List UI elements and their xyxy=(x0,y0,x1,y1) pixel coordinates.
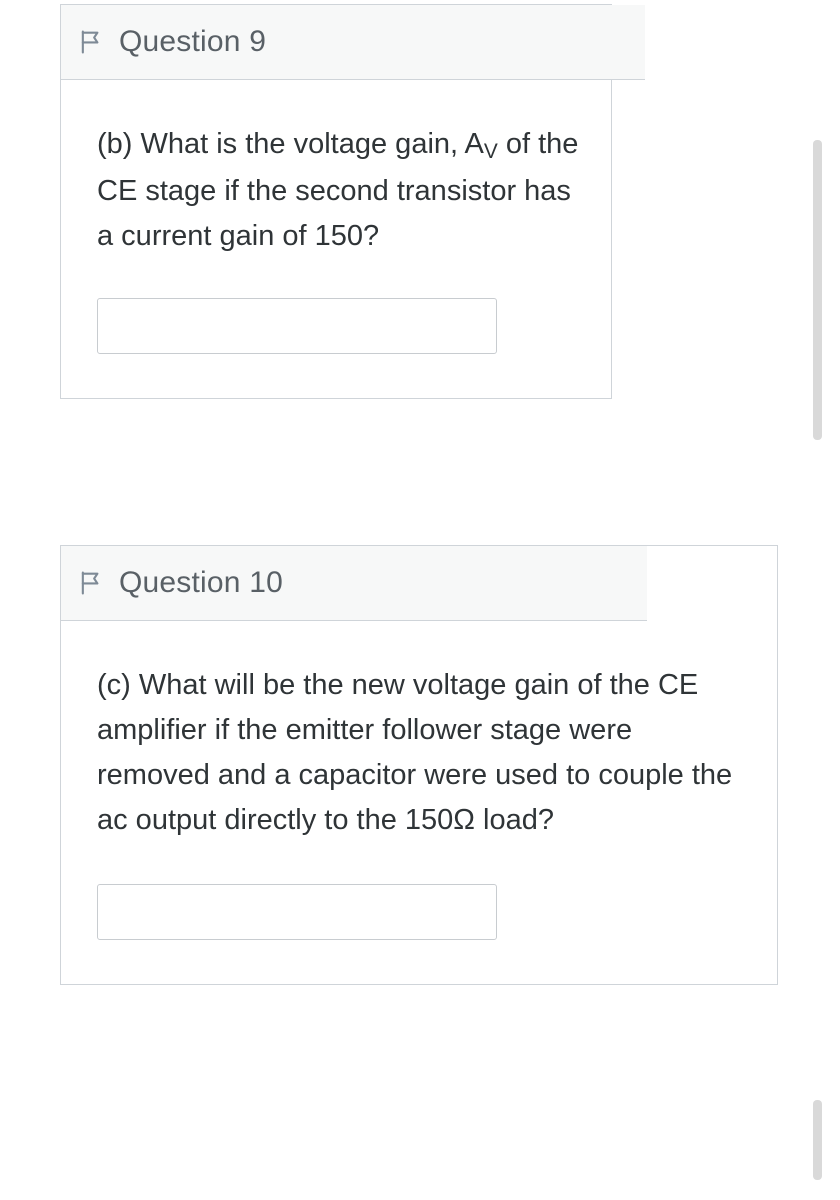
prompt-text-before: (c) What will be the new voltage gain of… xyxy=(97,669,732,836)
answer-input[interactable] xyxy=(97,298,497,354)
question-card-9: Question 9 (b) What is the voltage gain,… xyxy=(60,4,612,399)
question-header: Question 10 xyxy=(61,546,647,621)
scrollbar-thumb[interactable] xyxy=(813,1100,822,1180)
question-prompt: (b) What is the voltage gain, AV of the … xyxy=(97,122,579,258)
question-title: Question 10 xyxy=(119,566,283,600)
flag-icon[interactable] xyxy=(77,569,105,597)
question-prompt: (c) What will be the new voltage gain of… xyxy=(97,663,745,844)
prompt-text-before: (b) What is the voltage gain, A xyxy=(97,128,484,160)
question-card-10: Question 10 (c) What will be the new vol… xyxy=(60,545,778,985)
page: Question 9 (b) What is the voltage gain,… xyxy=(0,0,840,1200)
flag-icon[interactable] xyxy=(77,28,105,56)
answer-input[interactable] xyxy=(97,884,497,940)
question-body: (c) What will be the new voltage gain of… xyxy=(61,621,777,984)
question-body: (b) What is the voltage gain, AV of the … xyxy=(61,80,611,398)
scrollbar-thumb[interactable] xyxy=(813,140,822,440)
question-title: Question 9 xyxy=(119,25,266,59)
prompt-subscript: V xyxy=(484,140,498,163)
question-header: Question 9 xyxy=(61,5,645,80)
